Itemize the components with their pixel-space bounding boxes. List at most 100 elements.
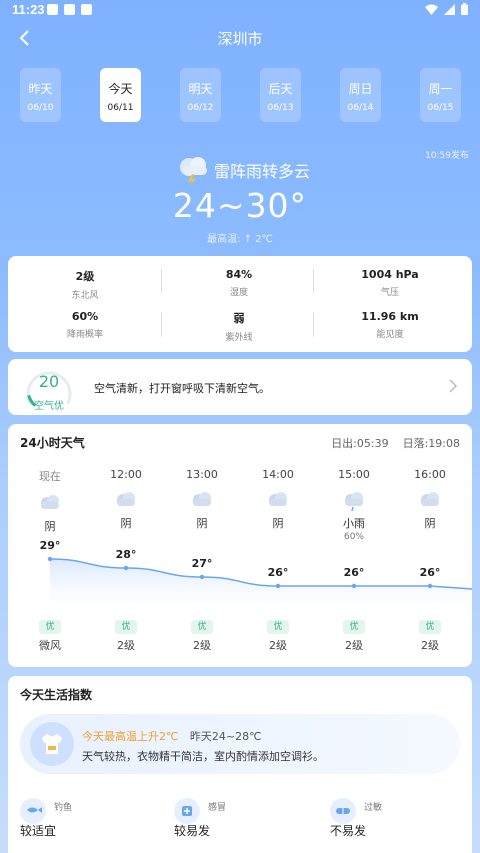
day-tab[interactable]: 今天 06/11 [100, 68, 141, 122]
day-date: 06/11 [107, 103, 134, 113]
air-quality-badge: 优 [115, 620, 137, 634]
hour-column: 14:00 阴 [248, 468, 308, 531]
hour-column: 12:00 阴 [96, 468, 156, 531]
stat-value: 弱 [233, 312, 245, 325]
day-tab[interactable]: 周日 06/14 [340, 68, 381, 122]
condition-line: 雷阵雨转多云 [0, 152, 480, 186]
life-heading: 今天最高温上升2℃ 昨天24~28℃ [82, 728, 261, 744]
life-index-card: 今天生活指数 今天最高温上升2℃ 昨天24~28℃ 天气较热，衣物精干简洁，室内… [8, 676, 472, 853]
divider [161, 269, 162, 293]
day-name: 周一 [428, 82, 453, 96]
air-quality-badge: 优 [343, 620, 365, 634]
temperature-point [275, 583, 281, 589]
battery-icon [461, 3, 468, 15]
light-rain-icon [345, 492, 363, 511]
wind-level: 微风 [39, 639, 61, 652]
day-date: 06/14 [347, 103, 374, 113]
hour-column: 16:00 阴 [400, 468, 460, 531]
temperature-point [123, 565, 129, 571]
dressing-index[interactable]: 今天最高温上升2℃ 昨天24~28℃ 天气较热，衣物精干简洁，室内酌情添加空调衫… [20, 714, 460, 774]
shirt-icon [42, 734, 62, 754]
wind-level: 2级 [193, 639, 211, 652]
temperature-point [427, 583, 433, 589]
wind-level: 2级 [345, 639, 363, 652]
hour-precip: 60% [343, 532, 364, 542]
hour-condition: 阴 [424, 517, 436, 530]
day-tab[interactable]: 昨天 06/10 [20, 68, 61, 122]
air-quality-card[interactable]: 20 空气优 空气清新，打开窗呼吸下清新空气。 [8, 359, 472, 415]
day-tab[interactable]: 后天 06/13 [260, 68, 301, 122]
shirt-icon-bg [30, 722, 74, 766]
hour-temp-label: 28° [115, 548, 137, 561]
hour-time: 现在 [39, 470, 61, 483]
hourly-weather-card: 24小时天气 日出:05:39 日落:19:08 现在阴 29° 优微风 12:00 阴… [8, 424, 472, 667]
life-item-icon-bg [174, 798, 200, 824]
life-index-item[interactable]: 过敏 不易发 [330, 798, 480, 838]
cloudy-icon [269, 492, 287, 506]
hour-time: 16:00 [414, 468, 446, 481]
day-tab[interactable]: 明天 06/12 [180, 68, 221, 122]
stat-item: 弱紫外线 [164, 310, 314, 343]
stat-item: 1004 hPa 气压 [315, 268, 465, 298]
temperature-chart [47, 556, 472, 616]
day-name: 今天 [108, 82, 133, 96]
life-title: 今天生活指数 [20, 688, 93, 702]
hour-temp-label: 26° [419, 566, 441, 579]
hour-condition: 阴 [44, 520, 56, 533]
day-tab[interactable]: 周一 06/15 [420, 68, 461, 122]
life-index-item[interactable]: 钓鱼较适宜 [20, 798, 170, 838]
hour-temp-label: 26° [267, 566, 289, 579]
stat-value: 2级 [75, 270, 95, 283]
hour-column: 13:00 阴 [172, 468, 232, 531]
day-tabs: 昨天 06/10 今天 06/11 明天 06/12 后天 06/13 周日 06/14 周一 06/… [20, 68, 462, 124]
hour-temp-label: 26° [343, 566, 365, 579]
hour-temp-label: 29° [39, 539, 61, 552]
life-index-item[interactable]: 感冒 较易发 [174, 798, 324, 838]
temperature-point [199, 574, 205, 580]
stat-item: 2级 东北风 [10, 268, 160, 301]
medicine-icon [182, 806, 192, 816]
status-time: 11:23 [12, 2, 45, 17]
pill-icon [336, 808, 350, 814]
city-title: 深圳市 [217, 30, 263, 48]
day-name: 后天 [268, 82, 293, 96]
life-item-icon-bg [20, 798, 46, 824]
stat-value: 60% [71, 310, 99, 323]
day-name: 周日 [348, 82, 373, 96]
app-notification-icon [81, 4, 92, 15]
day-date: 06/13 [267, 103, 294, 113]
cloudy-icon [193, 492, 211, 506]
air-quality-badge: 优 [39, 620, 61, 634]
system-icons [425, 3, 468, 15]
hour-column: 现在阴 [20, 468, 80, 534]
life-item-icon-bg [330, 798, 356, 824]
temperature-range: 24~30° [172, 186, 308, 225]
wind-level: 2级 [117, 639, 135, 652]
fish-icon [27, 807, 42, 813]
yesterday-range: 昨天24~28℃ [189, 730, 262, 743]
air-quality-badge: 优 [191, 620, 213, 634]
hour-time: 15:00 [338, 468, 370, 481]
signal-icon [444, 3, 455, 15]
aqi-value: 20 [38, 372, 60, 391]
hour-time: 12:00 [110, 468, 142, 481]
day-date: 06/12 [187, 103, 214, 113]
stat-item: 84% 湿度 [164, 268, 314, 298]
air-quality-badge: 优 [419, 620, 441, 634]
hour-condition: 阴 [272, 517, 284, 530]
temperature-point [47, 556, 53, 562]
wifi-icon [425, 4, 438, 15]
aqi-label: 空气优 [34, 401, 64, 412]
life-item-value: 较适宜 [20, 824, 57, 838]
stat-label: 紫外线 [225, 333, 253, 343]
status-bar: 11:23 [0, 0, 480, 20]
stat-value: 1004 hPa [361, 268, 419, 281]
hour-temp-label: 27° [191, 557, 213, 570]
life-item-name: 钓鱼 [54, 803, 73, 813]
stat-value: 84% [225, 268, 253, 281]
stat-label: 湿度 [229, 288, 248, 298]
condition-text: 雷阵雨转多云 [214, 162, 311, 181]
stat-value: 11.96 km [361, 310, 419, 323]
life-item-value: 较易发 [174, 824, 211, 838]
temperature-point [351, 583, 357, 589]
